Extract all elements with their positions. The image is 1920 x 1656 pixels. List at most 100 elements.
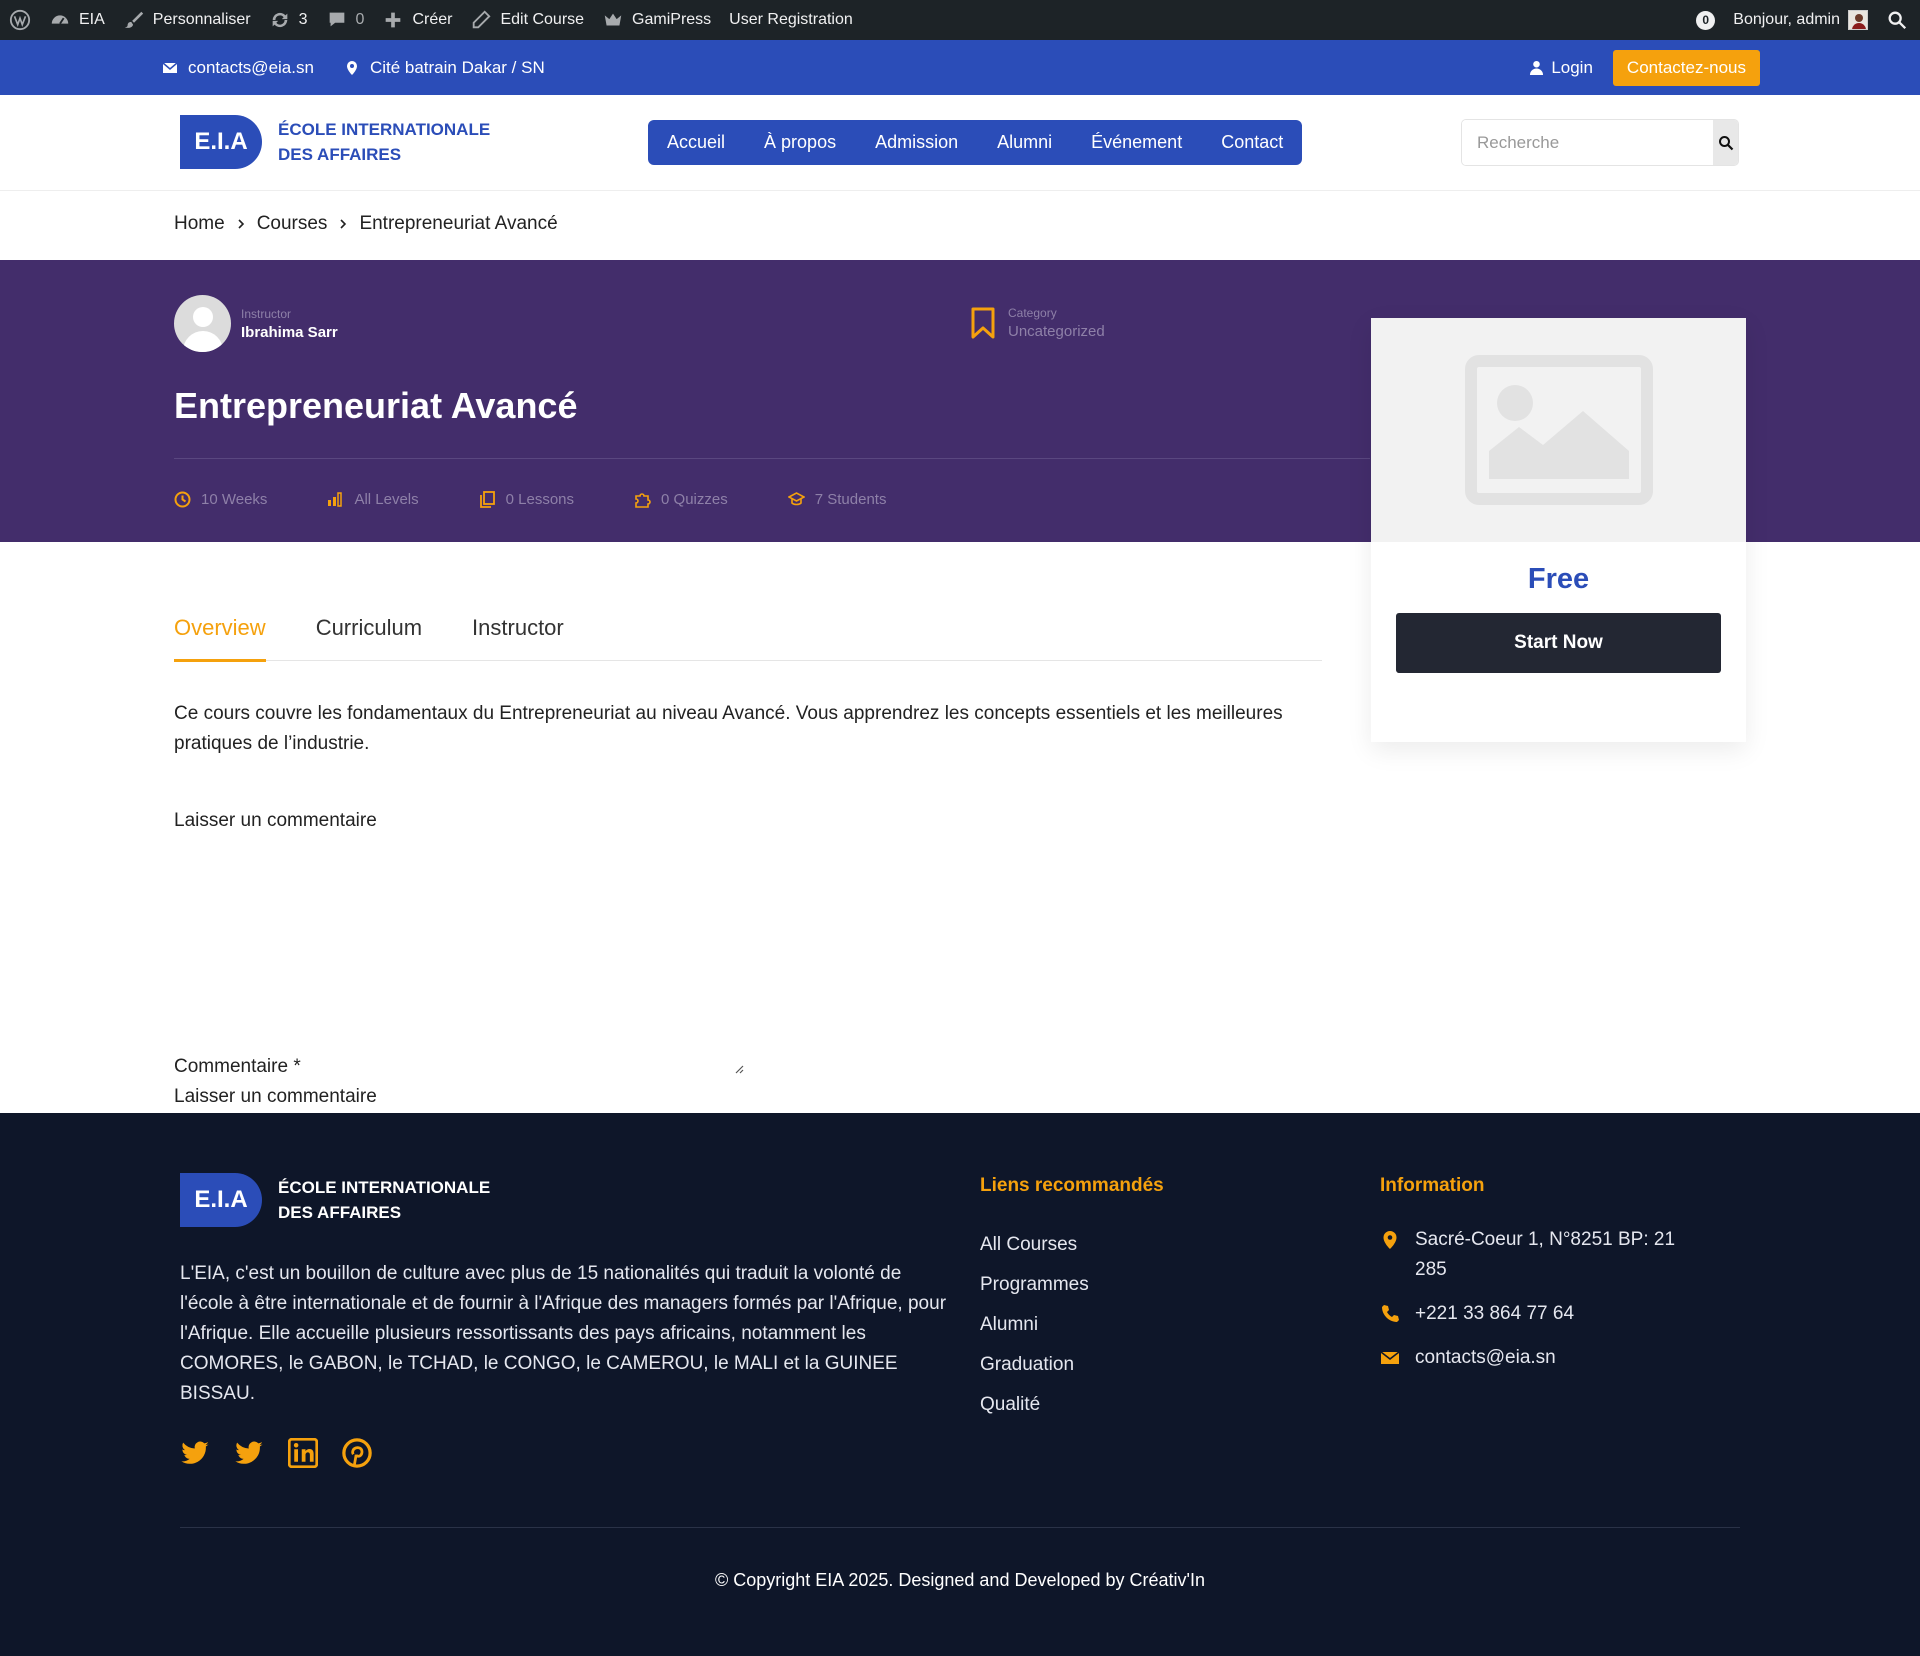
customize-label: Personnaliser — [152, 11, 251, 28]
comment-textarea[interactable]: Laisser un commentaire — [174, 1086, 377, 1108]
search-button[interactable] — [1713, 120, 1738, 165]
lessons-icon — [479, 491, 495, 508]
phone-icon — [1382, 1305, 1399, 1322]
admin-avatar — [1848, 10, 1868, 30]
login-link[interactable]: Login — [1529, 58, 1593, 78]
customize-menu[interactable]: Personnaliser — [114, 0, 260, 40]
search-input[interactable] — [1462, 120, 1713, 165]
social-links — [180, 1438, 372, 1468]
tab-curriculum[interactable]: Curriculum — [316, 615, 422, 661]
footer-phone-text: +221 33 864 77 64 — [1415, 1303, 1575, 1324]
map-pin-icon — [346, 60, 357, 75]
breadcrumb-courses[interactable]: Courses — [257, 213, 328, 235]
nav-item-evenement[interactable]: Événement — [1091, 132, 1182, 153]
footer-divider — [180, 1527, 1740, 1528]
updates-menu[interactable]: 3 — [260, 0, 317, 40]
envelope-icon — [162, 61, 178, 73]
course-tabs: Overview Curriculum Instructor — [174, 615, 1322, 662]
header-search — [1461, 119, 1739, 166]
course-instructor[interactable]: Instructor Ibrahima Sarr — [174, 295, 338, 352]
twitter-link-2[interactable] — [234, 1438, 264, 1468]
textarea-resize-handle[interactable] — [734, 1064, 744, 1074]
comments-count: 0 — [355, 11, 365, 28]
footer-logo[interactable]: E.I.A ÉCOLE INTERNATIONALE DES AFFAIRES — [180, 1173, 490, 1227]
crown-icon — [604, 13, 622, 26]
tab-overview[interactable]: Overview — [174, 615, 266, 662]
footer-links-title: Liens recommandés — [980, 1175, 1164, 1196]
notifications-menu[interactable]: 0 — [1687, 0, 1724, 40]
notification-count: 0 — [1696, 10, 1716, 30]
user-registration-menu[interactable]: User Registration — [720, 0, 862, 40]
admin-bar: EIA Personnaliser 3 0 Créer Edit Course … — [0, 0, 1920, 40]
stat-lessons-label: 0 Lessons — [505, 491, 575, 508]
chevron-right-icon — [238, 219, 244, 229]
comments-menu[interactable]: 0 — [317, 0, 374, 40]
pinterest-link[interactable] — [342, 1438, 372, 1468]
linkedin-icon — [288, 1438, 318, 1468]
footer-email-text: contacts@eia.sn — [1415, 1347, 1556, 1368]
greeting: Bonjour, admin — [1733, 11, 1840, 28]
footer-phone[interactable]: +221 33 864 77 64 — [1380, 1299, 1700, 1329]
site-footer: E.I.A ÉCOLE INTERNATIONALE DES AFFAIRES … — [0, 1113, 1920, 1656]
map-pin-icon — [1383, 1231, 1397, 1249]
start-now-button[interactable]: Start Now — [1396, 613, 1721, 673]
nav-item-accueil[interactable]: Accueil — [667, 132, 725, 153]
course-title: Entrepreneuriat Avancé — [174, 385, 578, 426]
course-image-placeholder — [1371, 318, 1746, 542]
stat-level: All Levels — [327, 491, 419, 508]
footer-info-title: Information — [1380, 1175, 1485, 1196]
edit-course-menu[interactable]: Edit Course — [461, 0, 593, 40]
breadcrumb-current: Entrepreneuriat Avancé — [359, 213, 558, 234]
levels-icon — [328, 492, 343, 507]
gamipress-label: GamiPress — [632, 11, 712, 28]
search-icon — [1718, 135, 1733, 150]
footer-link-all-courses[interactable]: All Courses — [980, 1234, 1077, 1256]
breadcrumb-home[interactable]: Home — [174, 213, 225, 235]
updates-count: 3 — [298, 11, 308, 28]
pencil-icon — [473, 10, 491, 29]
footer-email[interactable]: contacts@eia.sn — [1380, 1343, 1700, 1373]
top-bar: contacts@eia.sn Cité batrain Dakar / SN … — [0, 40, 1920, 95]
site-header: E.I.A ÉCOLE INTERNATIONALE DES AFFAIRES … — [0, 95, 1920, 191]
nav-item-admission[interactable]: Admission — [875, 132, 958, 153]
twitter-icon — [181, 1441, 209, 1464]
graduation-icon — [787, 492, 805, 506]
tab-instructor[interactable]: Instructor — [472, 615, 564, 661]
footer-about: L'EIA, c'est un bouillon de culture avec… — [180, 1263, 947, 1404]
nav-item-alumni[interactable]: Alumni — [997, 132, 1052, 153]
main-nav: Accueil À propos Admission Alumni Événem… — [648, 120, 1303, 165]
footer-link-graduation[interactable]: Graduation — [980, 1354, 1074, 1376]
footer-link-programmes[interactable]: Programmes — [980, 1274, 1089, 1296]
wordpress-menu[interactable] — [0, 0, 40, 40]
wordpress-icon — [9, 9, 31, 31]
puzzle-icon — [635, 493, 651, 508]
stat-duration: 10 Weeks — [174, 491, 267, 508]
new-content-menu[interactable]: Créer — [373, 0, 461, 40]
twitter-link[interactable] — [180, 1438, 210, 1468]
contact-us-button[interactable]: Contactez-nous — [1612, 49, 1760, 86]
footer-link-alumni[interactable]: Alumni — [980, 1314, 1038, 1336]
pinterest-icon — [342, 1438, 372, 1468]
topbar-email-link[interactable]: contacts@eia.sn — [162, 58, 314, 78]
stat-lessons: 0 Lessons — [479, 491, 574, 508]
copyright: © Copyright EIA 2025. Designed and Devel… — [715, 1570, 1205, 1590]
site-logo[interactable]: E.I.A ÉCOLE INTERNATIONALE DES AFFAIRES — [180, 115, 490, 169]
course-stats: 10 Weeks All Levels 0 Lessons 0 Quizzes … — [174, 491, 886, 508]
new-content-label: Créer — [412, 11, 453, 28]
linkedin-link[interactable] — [288, 1438, 318, 1468]
footer-link-qualite[interactable]: Qualité — [980, 1394, 1040, 1416]
gamipress-menu[interactable]: GamiPress — [593, 0, 720, 40]
site-name-menu[interactable]: EIA — [40, 0, 114, 40]
stat-duration-label: 10 Weeks — [201, 491, 268, 508]
nav-item-a-propos[interactable]: À propos — [764, 132, 836, 153]
admin-search[interactable] — [1877, 0, 1920, 40]
topbar-email: contacts@eia.sn — [188, 57, 314, 77]
topbar-location: Cité batrain Dakar / SN — [344, 58, 545, 78]
login-label: Login — [1551, 57, 1593, 77]
envelope-icon — [1380, 1351, 1400, 1364]
category-label: Category — [1008, 306, 1057, 320]
my-account-menu[interactable]: Bonjour, admin — [1724, 0, 1877, 40]
nav-item-contact[interactable]: Contact — [1221, 132, 1283, 153]
footer-logo-text: ÉCOLE INTERNATIONALE DES AFFAIRES — [278, 1175, 490, 1225]
plus-icon — [386, 12, 401, 28]
